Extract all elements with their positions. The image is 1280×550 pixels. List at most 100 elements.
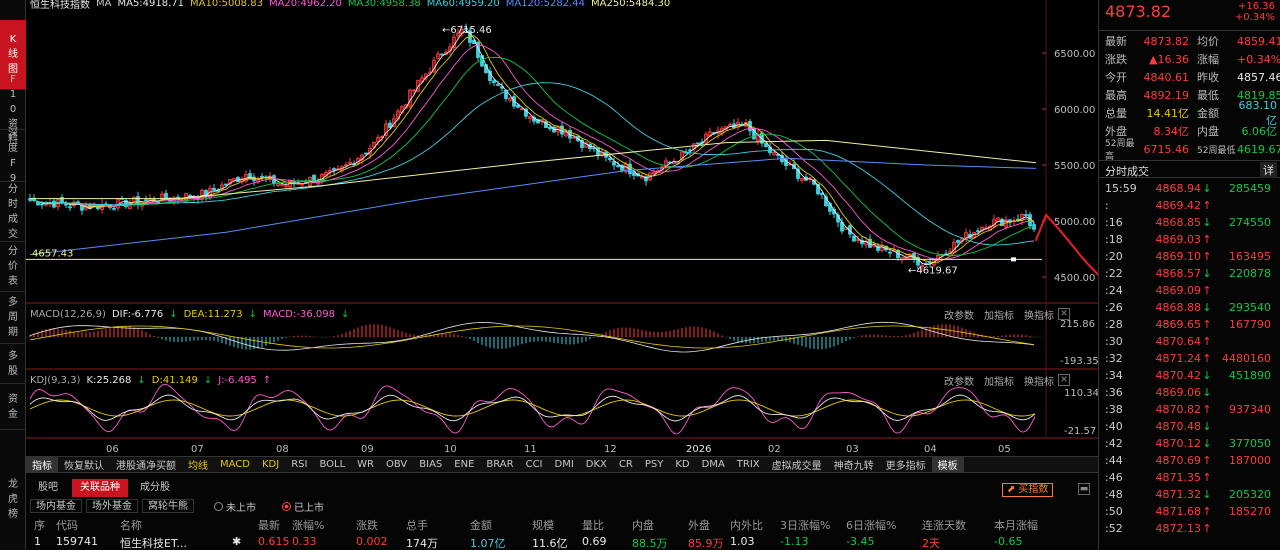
radio-unlisted-icon[interactable]	[214, 502, 223, 511]
kline-chart[interactable]: 6500.00 6000.00 5500.00 5000.00 4500.00 4657.…	[26, 0, 1098, 456]
chart-area[interactable]: 6500.00 6000.00 5500.00 5000.00 4500.00 4657.…	[26, 0, 1098, 456]
table-cell: 2天	[922, 537, 940, 550]
indicator-tab[interactable]: RSI	[285, 459, 313, 470]
table-header-cell[interactable]: 名称	[120, 517, 142, 533]
quote-value: 4873.82	[1143, 34, 1190, 48]
left-tab-6[interactable]: 多股	[0, 344, 26, 384]
kdj-change-indicator[interactable]: 换指标	[1024, 373, 1054, 388]
macd-edit-params[interactable]: 改参数	[944, 307, 974, 322]
indicator-tab[interactable]: 模板	[931, 457, 964, 472]
table-header-cell[interactable]: 涨跌	[356, 517, 378, 533]
table-header-cell[interactable]: 最新	[258, 517, 280, 533]
quote-label: 总量	[1105, 107, 1127, 120]
kdj-tick-label: 110.34	[1064, 388, 1098, 399]
tick-direction-icon: ↑	[1202, 318, 1212, 331]
table-header-cell[interactable]: 内外比	[730, 517, 763, 533]
tab-guba[interactable]: 股吧	[30, 479, 66, 497]
tab-otc-funds[interactable]: 场外基金	[86, 499, 138, 513]
indicator-tab[interactable]: BIAS	[413, 459, 448, 470]
table-header-cell[interactable]: 总手	[406, 517, 428, 533]
ma-line	[29, 29, 1035, 266]
filter-listed[interactable]: 已上市	[282, 499, 324, 514]
indicator-tab[interactable]: BRAR	[480, 459, 519, 470]
indicator-tab[interactable]: 港股通净买额	[110, 457, 182, 472]
table-header-cell[interactable]: 金额	[470, 517, 492, 533]
tick-volume: 205320	[1229, 488, 1271, 501]
favorite-star-icon[interactable]: ✱	[232, 535, 241, 548]
indicator-tab[interactable]: CR	[613, 459, 639, 470]
macd-add-indicator[interactable]: 加指标	[984, 307, 1014, 322]
tick-time: :36	[1105, 386, 1123, 399]
table-cell: 174万	[406, 537, 438, 550]
table-header-cell[interactable]: 3日涨幅%	[780, 517, 830, 533]
table-header-cell[interactable]: 连涨天数	[922, 517, 966, 533]
indicator-tab[interactable]: 虚拟成交量	[766, 457, 828, 472]
table-header-cell[interactable]: 量比	[582, 517, 604, 533]
ma-line	[29, 82, 1035, 246]
ma-legend-item: MA10:5008.83	[190, 0, 263, 9]
tick-time: :	[1105, 199, 1109, 212]
indicator-tab[interactable]: DMA	[696, 459, 731, 470]
indicator-tab[interactable]: OBV	[380, 459, 413, 470]
tick-volume: 293540	[1229, 301, 1271, 314]
indicator-tab[interactable]: KD	[669, 459, 695, 470]
left-tab-5[interactable]: 多周期	[0, 292, 26, 344]
quote-label: 最新	[1105, 35, 1127, 48]
indicator-tab[interactable]: MACD	[214, 459, 256, 470]
ticks-detail-button[interactable]: 详	[1260, 162, 1277, 178]
table-header-cell[interactable]: 内盘	[632, 517, 654, 533]
indicator-tab[interactable]: 恢复默认	[58, 457, 110, 472]
ma-legend-item: MA5:4918.71	[117, 0, 185, 9]
left-tab-7[interactable]: 资金	[0, 384, 26, 430]
candle-body	[696, 142, 700, 145]
table-cell: 88.5万	[632, 537, 668, 550]
buy-index-button[interactable]: ⬈ 买指数	[1002, 483, 1054, 497]
table-header-cell[interactable]: 序	[34, 517, 45, 533]
macd-title: MACD(12,26,9)	[30, 308, 106, 320]
indicator-tab[interactable]: KDJ	[256, 459, 285, 470]
table-header-cell[interactable]: 外盘	[688, 517, 710, 533]
table-header-cell[interactable]: 规模	[532, 517, 554, 533]
indicator-tab[interactable]: CCI	[520, 459, 549, 470]
indicator-tab[interactable]: 更多指标	[880, 457, 932, 472]
tab-constituents[interactable]: 成分股	[132, 479, 178, 497]
tab-exchange-funds[interactable]: 场内基金	[30, 499, 82, 513]
left-tab-8[interactable]: 龙虎榜	[0, 430, 26, 550]
left-tab-2[interactable]: 深度F9	[0, 128, 26, 184]
kdj-add-indicator[interactable]: 加指标	[984, 373, 1014, 388]
kdj-j-arrow: ↑	[262, 374, 272, 386]
macd-close-icon[interactable]: ✕	[1058, 308, 1070, 320]
kdj-close-icon[interactable]: ✕	[1058, 374, 1070, 386]
tab-warrants[interactable]: 窝轮牛熊	[142, 499, 194, 513]
table-header-cell[interactable]: 本月涨幅	[994, 517, 1038, 533]
tick-price: 4871.24	[1155, 352, 1202, 365]
kdj-j: J:-6.495	[218, 374, 257, 386]
left-tab-1[interactable]: F10资料	[0, 74, 26, 145]
indicator-tab[interactable]: TRIX	[731, 459, 766, 470]
indicator-tab[interactable]: DKX	[580, 459, 613, 470]
indicator-tab[interactable]: PSY	[639, 459, 670, 470]
indicator-tab[interactable]: WR	[351, 459, 380, 470]
table-header-cell[interactable]: 代码	[56, 517, 78, 533]
table-header-cell[interactable]: 6日涨幅%	[846, 517, 896, 533]
tab-related-products[interactable]: 关联品种	[72, 479, 128, 497]
filter-unlisted[interactable]: 未上市	[214, 499, 256, 514]
left-tab-3[interactable]: 分时成交	[0, 182, 26, 242]
quote-value: +0.34%	[1237, 52, 1280, 66]
indicator-tab[interactable]: ENE	[448, 459, 480, 470]
candle-body	[956, 240, 960, 243]
macd-change-indicator[interactable]: 换指标	[1024, 307, 1054, 322]
indicator-tab[interactable]: 指标	[26, 457, 58, 472]
indicator-tab[interactable]: 神奇九转	[828, 457, 880, 472]
indicator-tab[interactable]: 均线	[182, 457, 214, 472]
quote-label: 52周最高	[1105, 139, 1135, 162]
x-axis-label: 07	[191, 444, 204, 455]
indicator-tab[interactable]: BOLL	[313, 459, 351, 470]
indicator-tab[interactable]: DMI	[549, 459, 580, 470]
candle-body	[612, 161, 616, 166]
kdj-edit-params[interactable]: 改参数	[944, 373, 974, 388]
left-tab-4[interactable]: 分价表	[0, 242, 26, 292]
collapse-panel-icon[interactable]: ▬	[1078, 483, 1090, 495]
table-header-cell[interactable]: 涨幅%	[292, 517, 324, 533]
radio-listed-icon[interactable]	[282, 502, 291, 511]
